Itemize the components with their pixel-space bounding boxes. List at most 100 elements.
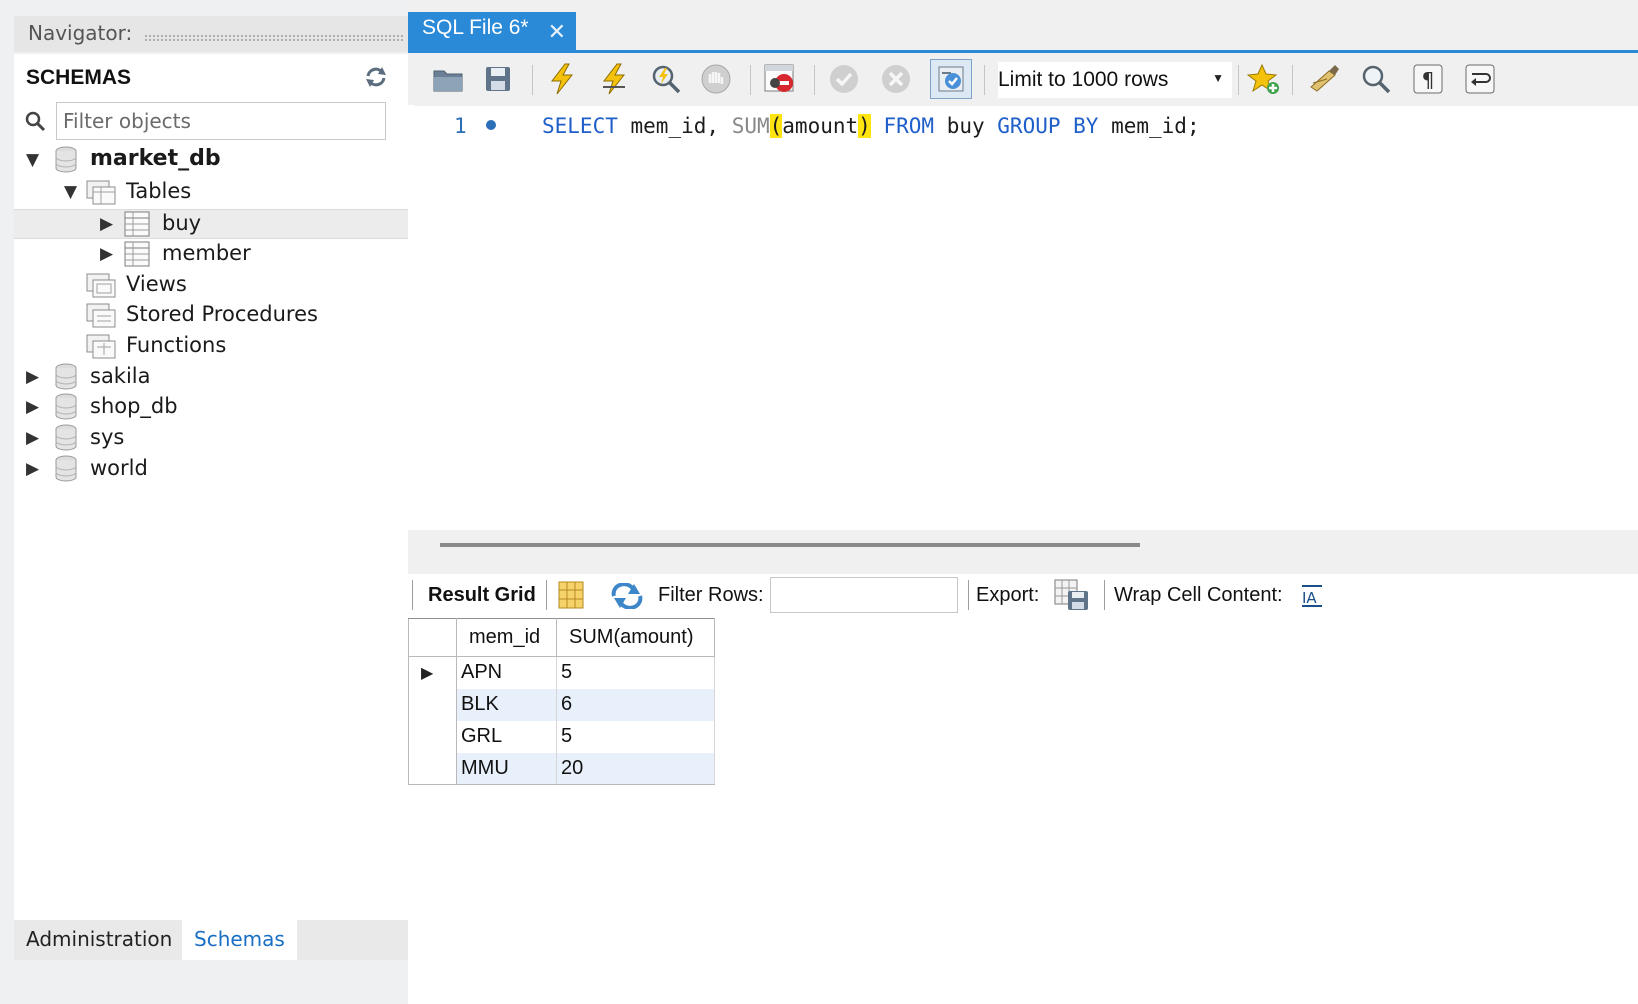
invisible-chars-icon[interactable]: ¶ <box>1410 61 1446 97</box>
result-grid-tab[interactable]: Result Grid <box>428 584 536 607</box>
table-row[interactable]: BLK 6 <box>408 688 715 721</box>
close-icon[interactable]: ✕ <box>548 19 566 45</box>
table-row[interactable]: GRL 5 <box>408 720 715 753</box>
tree-label: shop_db <box>90 394 178 418</box>
tree-item-shop-db[interactable]: ▶ shop_db <box>14 393 414 423</box>
limit-rows-value: Limit to 1000 rows <box>998 68 1169 91</box>
refresh-icon[interactable] <box>362 64 390 90</box>
column-header-sum-amount[interactable]: SUM(amount) <box>556 618 715 657</box>
word-wrap-icon[interactable] <box>1462 61 1498 97</box>
grid-view-icon[interactable] <box>558 581 584 613</box>
svg-text:IA: IA <box>1302 589 1317 607</box>
tree-item-stored-procedures[interactable]: Stored Procedures <box>14 301 414 331</box>
table-icon <box>124 241 150 267</box>
export-icon[interactable] <box>1054 579 1090 615</box>
result-table: mem_id SUM(amount) ▶ APN 5 BLK 6 GRL 5 M… <box>408 618 715 785</box>
save-icon[interactable] <box>480 61 516 97</box>
collapsed-arrow-icon[interactable]: ▶ <box>100 243 113 265</box>
row-header[interactable] <box>408 688 457 721</box>
filter-objects-input[interactable] <box>56 102 386 140</box>
table-cell[interactable]: 20 <box>556 752 715 785</box>
tree-item-buy[interactable]: ▶ buy <box>14 209 414 239</box>
toggle-stop-on-error-icon[interactable] <box>762 61 798 97</box>
tree-item-member[interactable]: ▶ member <box>14 240 414 270</box>
drag-handle[interactable] <box>144 34 404 42</box>
explain-icon[interactable] <box>648 61 684 97</box>
execute-icon[interactable] <box>544 61 580 97</box>
row-header[interactable] <box>408 720 457 753</box>
database-icon <box>55 424 77 451</box>
database-icon <box>55 146 77 173</box>
collapsed-arrow-icon[interactable]: ▶ <box>26 458 39 480</box>
limit-rows-select[interactable]: Limit to 1000 rows ▼ <box>998 62 1232 98</box>
tree-item-market-db[interactable]: ▼ market_db <box>14 146 414 176</box>
wrap-cell-toggle-icon[interactable]: IA <box>1300 584 1324 612</box>
keyword-select: SELECT <box>542 114 618 138</box>
horizontal-scrollbar[interactable] <box>440 543 1140 547</box>
add-snippet-icon[interactable] <box>1246 61 1282 97</box>
function-argument: amount <box>782 114 859 138</box>
open-paren: ( <box>769 114 783 138</box>
tree-item-functions[interactable]: Functions <box>14 332 414 362</box>
rollback-icon[interactable] <box>878 61 914 97</box>
tree-item-tables[interactable]: ▼ Tables <box>14 178 414 208</box>
keyword-group-by: GROUP BY <box>997 114 1099 138</box>
table-cell[interactable]: APN <box>456 656 557 689</box>
tree-item-world[interactable]: ▶ world <box>14 455 414 485</box>
filter-rows-label: Filter Rows: <box>658 584 764 606</box>
collapsed-arrow-icon[interactable]: ▶ <box>26 366 39 388</box>
result-toolbar: Result Grid Filter Rows: Export: Wrap Ce… <box>408 574 1638 618</box>
stop-icon[interactable] <box>698 61 734 97</box>
row-header[interactable]: ▶ <box>408 656 457 689</box>
expanded-arrow-icon[interactable]: ▼ <box>64 181 77 203</box>
execute-current-icon[interactable] <box>596 61 632 97</box>
editor-tab-bar <box>408 0 1638 52</box>
open-file-icon[interactable] <box>430 61 466 97</box>
toolbar-separator <box>750 65 751 95</box>
table-cell[interactable]: GRL <box>456 720 557 753</box>
collapsed-arrow-icon[interactable]: ▶ <box>100 213 113 235</box>
table-row[interactable]: MMU 20 <box>408 752 715 785</box>
navigator-title: Navigator: <box>28 21 133 45</box>
navigator-pane: Navigator: SCHEMAS ▼ market_db <box>0 0 420 1004</box>
table-cell[interactable]: 5 <box>556 656 715 689</box>
tab-sql-file[interactable]: SQL File 6* ✕ <box>408 12 576 52</box>
table-icon <box>124 211 150 237</box>
collapsed-arrow-icon[interactable]: ▶ <box>26 427 39 449</box>
tab-administration[interactable]: Administration <box>14 920 182 960</box>
tree-item-sakila[interactable]: ▶ sakila <box>14 363 414 393</box>
editor-results-splitter[interactable] <box>408 530 1638 574</box>
collapsed-arrow-icon[interactable]: ▶ <box>26 396 39 418</box>
autocommit-toggle-icon[interactable] <box>930 59 972 99</box>
database-icon <box>55 363 77 390</box>
folder-views-icon <box>86 273 116 298</box>
expanded-arrow-icon[interactable]: ▼ <box>26 149 39 171</box>
row-header[interactable] <box>408 752 457 785</box>
table-cell[interactable]: MMU <box>456 752 557 785</box>
filter-rows-input[interactable] <box>770 577 958 613</box>
table-row[interactable]: ▶ APN 5 <box>408 656 715 689</box>
toolbar-separator <box>546 580 547 610</box>
tab-title: SQL File 6* <box>422 16 529 39</box>
table-cell[interactable]: BLK <box>456 688 557 721</box>
sql-statement[interactable]: SELECT mem_id, SUM(amount) FROM buy GROU… <box>542 114 1200 138</box>
refresh-results-icon[interactable] <box>610 582 644 613</box>
tree-item-views[interactable]: Views <box>14 271 414 301</box>
export-label: Export: <box>976 584 1040 606</box>
folder-functions-icon <box>86 334 116 359</box>
find-replace-icon[interactable] <box>1358 61 1394 97</box>
commit-icon[interactable] <box>826 61 862 97</box>
tree-item-sys[interactable]: ▶ sys <box>14 424 414 454</box>
toolbar-separator <box>1238 65 1239 95</box>
beautify-icon[interactable] <box>1306 61 1342 97</box>
toolbar-separator <box>968 580 969 610</box>
tab-schemas[interactable]: Schemas <box>182 920 297 960</box>
toolbar-separator <box>412 580 413 610</box>
table-identifier: buy <box>946 114 985 138</box>
tree-label: market_db <box>90 146 221 171</box>
table-cell[interactable]: 5 <box>556 720 715 753</box>
column-header-mem-id[interactable]: mem_id <box>456 618 557 657</box>
sql-code-editor[interactable]: 1 SELECT mem_id, SUM(amount) FROM buy GR… <box>408 106 1638 530</box>
toolbar-separator <box>532 65 533 95</box>
table-cell[interactable]: 6 <box>556 688 715 721</box>
